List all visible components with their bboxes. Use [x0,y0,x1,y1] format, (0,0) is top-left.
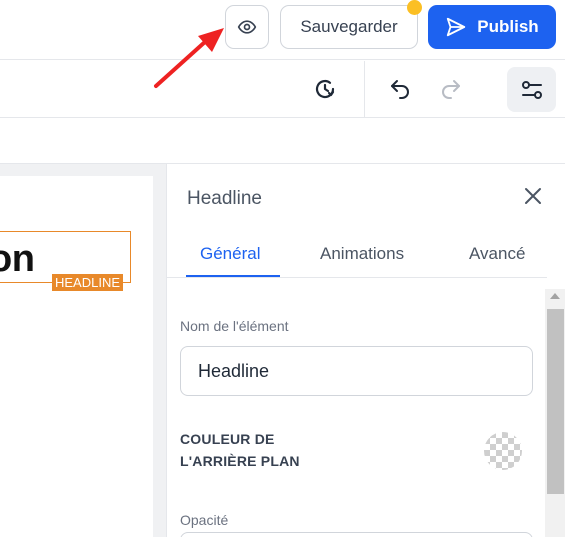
element-name-label: Nom de l'élément [180,318,289,334]
panel-close-button[interactable] [521,184,545,208]
opacity-label: Opacité [180,512,229,528]
undo-button[interactable] [380,69,420,109]
send-icon [447,17,466,37]
element-name-value: Headline [198,360,270,381]
settings-button[interactable] [507,67,556,112]
properties-panel: Headline Général Animations Avancé Nom d… [166,164,565,537]
history-button[interactable] [305,69,345,109]
panel-tabs: Général Animations Avancé [167,232,547,278]
tab-general[interactable]: Général [200,244,260,264]
scrollbar-thumb[interactable] [547,309,564,494]
top-header: Sauvegarder Publish [0,0,565,60]
panel-title: Headline [187,188,262,209]
selected-headline-element[interactable]: on HEADLINE [0,231,131,291]
preview-button[interactable] [225,5,269,49]
background-color-swatch[interactable] [484,432,522,470]
canvas-page: on HEADLINE [0,176,153,537]
tab-advanced[interactable]: Avancé [469,244,525,264]
editor-subbar [0,118,565,164]
toolbar-divider [364,61,365,118]
headline-text: on [0,238,35,280]
background-color-label-line1: COULEUR DE [180,431,275,447]
sliders-icon [521,80,542,99]
save-button-label: Sauvegarder [300,17,398,36]
editor-toolbar [0,61,565,118]
active-tab-indicator [186,275,280,277]
history-icon [315,79,335,99]
tab-animations[interactable]: Animations [320,244,404,264]
publish-button[interactable]: Publish [428,5,556,49]
eye-icon [237,20,257,34]
scroll-up-arrow-icon[interactable] [550,293,560,299]
background-color-label: COULEUR DE L'ARRIÈRE PLAN [180,428,300,472]
element-type-tag: HEADLINE [52,274,124,291]
redo-icon [442,80,460,99]
canvas-area: on HEADLINE [0,164,166,537]
element-name-input[interactable]: Headline [180,346,533,396]
close-icon [525,188,541,204]
unsaved-changes-dot [407,0,422,15]
publish-button-label: Publish [477,17,539,36]
redo-button[interactable] [431,69,471,109]
save-button[interactable]: Sauvegarder [280,5,418,49]
opacity-input[interactable] [180,532,533,537]
panel-scrollbar[interactable] [545,289,565,537]
background-color-label-line2: L'ARRIÈRE PLAN [180,453,300,469]
undo-icon [391,80,409,99]
